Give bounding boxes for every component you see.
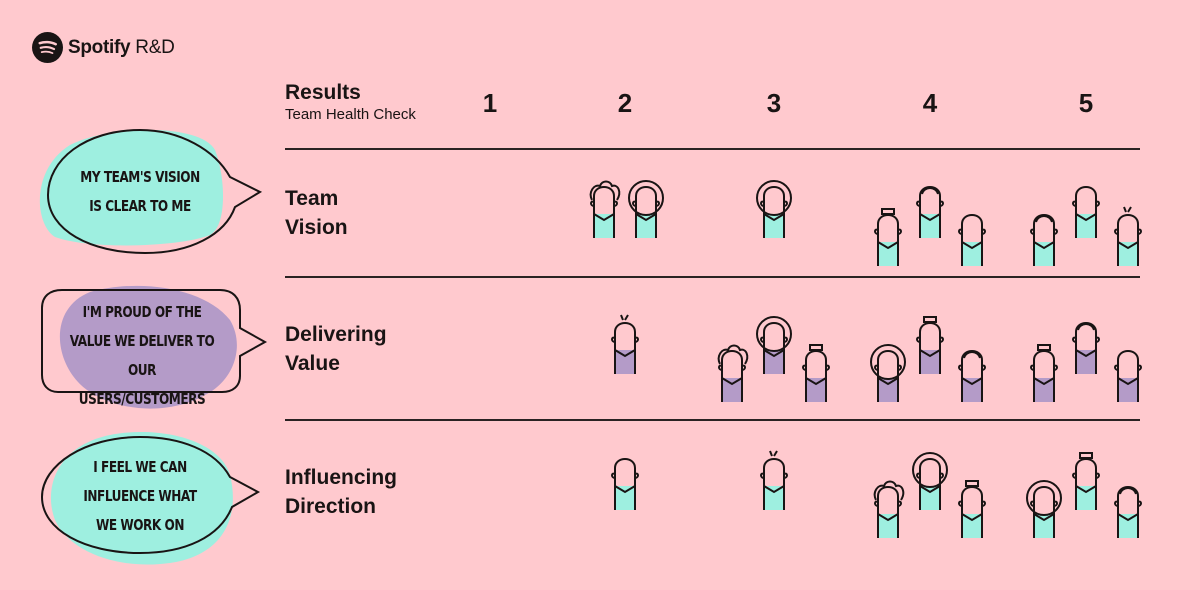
vote-group <box>868 178 992 268</box>
vote-group <box>584 178 666 240</box>
person-icon <box>910 450 950 512</box>
divider <box>285 276 1140 278</box>
vote-group <box>1024 178 1148 268</box>
row-label-delivering-value: Delivering Value <box>285 320 387 378</box>
divider <box>285 419 1140 421</box>
person-icon <box>1066 450 1106 512</box>
person-icon <box>1066 314 1106 376</box>
row-label-line: Delivering <box>285 323 387 346</box>
vote-group <box>754 450 794 512</box>
results-title: Results <box>285 81 361 104</box>
row-label-influencing-direction: Influencing Direction <box>285 463 397 521</box>
row-label-line: Vision <box>285 216 348 239</box>
divider <box>285 148 1140 150</box>
brand-name: Spotify <box>68 36 131 58</box>
row-label-line: Direction <box>285 495 377 518</box>
vote-group <box>754 178 794 240</box>
score-heading-3: 3 <box>766 88 782 118</box>
vote-group <box>712 314 836 404</box>
person-icon <box>626 178 666 240</box>
score-heading-4: 4 <box>922 88 938 118</box>
quote-line: I feel we can <box>93 458 187 476</box>
person-icon <box>1066 178 1106 240</box>
quote-line: influence what <box>83 487 197 505</box>
vote-group <box>605 314 645 376</box>
score-heading-5: 5 <box>1078 88 1094 118</box>
person-icon <box>952 342 992 404</box>
score-heading-2: 2 <box>617 88 633 118</box>
speech-bubble-delivering-value: I'm proud of the value we deliver to our… <box>30 280 280 415</box>
quote-line: we work on <box>95 516 185 534</box>
speech-bubble-text: I'm proud of the value we deliver to our… <box>64 298 220 414</box>
person-icon <box>868 342 908 404</box>
speech-bubble-team-vision: My team's vision is clear to me <box>30 125 280 260</box>
results-subtitle: Team Health Check <box>285 106 416 123</box>
person-icon <box>584 178 624 240</box>
person-icon <box>605 314 645 376</box>
score-heading-1: 1 <box>482 88 498 118</box>
speech-bubble-text: I feel we can influence what we work on <box>62 453 218 540</box>
vote-group <box>868 314 992 404</box>
speech-bubble-text: My team's vision is clear to me <box>62 163 218 221</box>
person-icon <box>754 450 794 512</box>
vote-group <box>868 450 992 540</box>
quote-line: is clear to me <box>89 197 191 215</box>
person-icon <box>1024 478 1064 540</box>
vote-group <box>1024 314 1148 404</box>
spotify-rd-logo: Spotify R&D <box>32 32 175 63</box>
person-icon <box>868 206 908 268</box>
row-label-line: Influencing <box>285 466 397 489</box>
person-icon <box>754 178 794 240</box>
person-icon <box>952 478 992 540</box>
quote-line: I'm proud of the <box>82 303 202 321</box>
brand-suffix: R&D <box>135 36 175 58</box>
quote-line: our users/customers <box>78 361 206 408</box>
person-icon <box>796 342 836 404</box>
person-icon <box>1108 478 1148 540</box>
speech-bubble-influencing-direction: I feel we can influence what we work on <box>30 425 280 575</box>
person-icon <box>754 314 794 376</box>
row-label-line: Team <box>285 187 339 210</box>
person-icon <box>1024 342 1064 404</box>
row-label-team-vision: Team Vision <box>285 184 348 242</box>
person-icon <box>868 478 908 540</box>
person-icon <box>1024 206 1064 268</box>
person-icon <box>605 450 645 512</box>
person-icon <box>1108 342 1148 404</box>
person-icon <box>910 178 950 240</box>
quote-line: value we deliver to <box>69 332 215 350</box>
spotify-icon <box>32 32 63 63</box>
vote-group <box>1024 450 1148 540</box>
person-icon <box>910 314 950 376</box>
row-label-line: Value <box>285 352 340 375</box>
person-icon <box>712 342 752 404</box>
person-icon <box>1108 206 1148 268</box>
brand-wordmark: Spotify R&D <box>68 37 175 59</box>
vote-group <box>605 450 645 512</box>
person-icon <box>952 206 992 268</box>
quote-line: My team's vision <box>80 168 200 186</box>
